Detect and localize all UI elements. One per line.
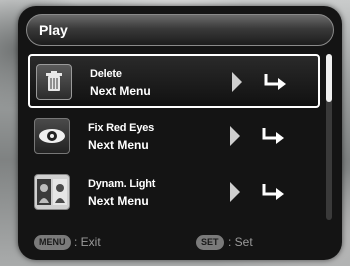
page-title: Play [39, 22, 68, 38]
menu-item-title: Delete [90, 68, 122, 80]
dynamic-light-icon [34, 174, 70, 210]
menu-item-subtitle: Next Menu [88, 194, 149, 208]
menu-item-delete[interactable]: Delete Next Menu [28, 54, 320, 108]
trash-icon [36, 64, 72, 100]
chevron-right-icon [230, 182, 240, 202]
menu-item-subtitle: Next Menu [88, 138, 149, 152]
enter-arrow-icon [258, 124, 288, 148]
set-label: : Set [228, 235, 253, 249]
menu-item-subtitle: Next Menu [90, 84, 151, 98]
menu-key-badge[interactable]: MENU [34, 235, 71, 250]
menu-item-dynamic-light[interactable]: Dynam. Light Next Menu [28, 166, 320, 220]
set-key-badge[interactable]: SET [196, 235, 224, 250]
scrollbar[interactable] [326, 54, 332, 220]
menu-item-fix-red-eyes[interactable]: Fix Red Eyes Next Menu [28, 110, 320, 164]
menu-item-title: Fix Red Eyes [88, 122, 155, 134]
menu-item-title: Dynam. Light [88, 178, 156, 190]
chevron-right-icon [232, 72, 242, 92]
chevron-right-icon [230, 126, 240, 146]
enter-arrow-icon [260, 70, 290, 94]
scrollbar-thumb[interactable] [326, 54, 332, 102]
enter-arrow-icon [258, 180, 288, 204]
title-bar: Play [26, 14, 334, 46]
exit-label: : Exit [74, 235, 101, 249]
eye-icon [34, 118, 70, 154]
